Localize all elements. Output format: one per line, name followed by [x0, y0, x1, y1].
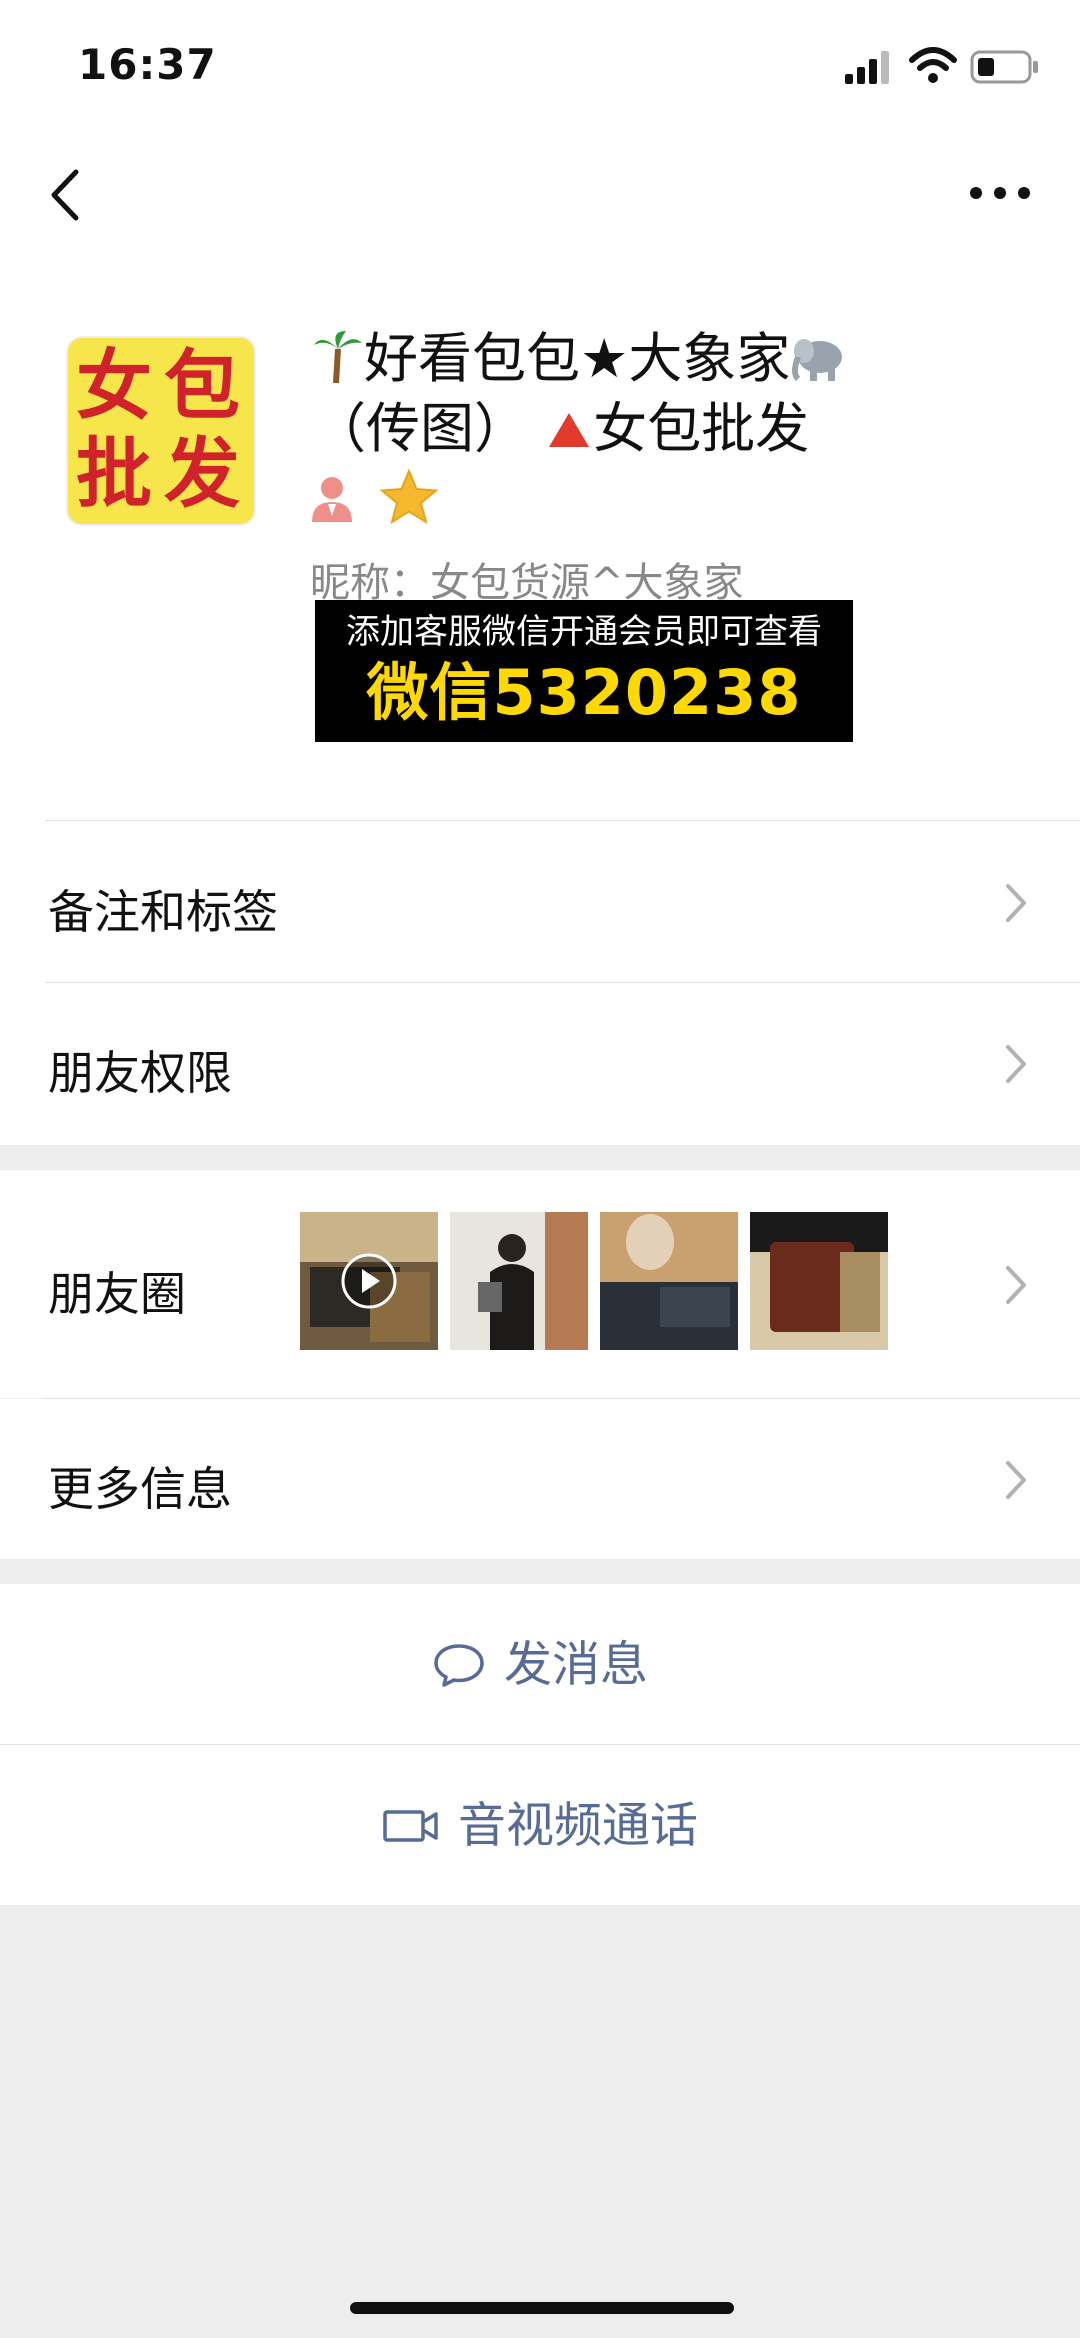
moment-thumbnail — [750, 1212, 888, 1350]
moment-thumbnail — [450, 1212, 588, 1350]
red-triangle-icon — [549, 413, 590, 447]
avatar-char: 发 — [164, 429, 240, 518]
person-icon — [312, 477, 352, 522]
video-call-button[interactable]: 音视频通话 — [0, 1745, 1080, 1905]
moment-thumbnail — [600, 1212, 738, 1350]
promo-line2: 微信5320238 — [366, 656, 802, 729]
avatar-char: 女 — [76, 341, 152, 430]
battery-icon — [970, 50, 1038, 84]
chevron-right-icon — [1006, 884, 1026, 922]
star-icon — [379, 468, 439, 525]
video-camera-icon — [383, 1809, 438, 1842]
moments-label: 朋友圈 — [48, 1267, 186, 1321]
chevron-right-icon — [1006, 1461, 1026, 1499]
send-message-button[interactable]: 发消息 — [0, 1584, 1080, 1744]
wifi-icon — [909, 47, 957, 83]
avatar-char: 批 — [76, 429, 152, 518]
remark-tags-row[interactable]: 备注和标签 — [0, 822, 1080, 982]
profile-name: 好看包包★大象家 （传图） 女包批发 — [312, 324, 952, 464]
moment-thumbnail-video — [300, 1212, 438, 1350]
send-message-label: 发消息 — [503, 1636, 648, 1693]
back-chevron-icon[interactable] — [40, 160, 90, 230]
promo-line1: 添加客服微信开通会员即可查看 — [346, 612, 822, 652]
friend-permissions-row[interactable]: 朋友权限 — [0, 983, 1080, 1143]
profile-badges — [308, 468, 439, 528]
divider — [45, 820, 1080, 821]
chevron-right-icon — [1006, 1045, 1026, 1083]
friend-permissions-label: 朋友权限 — [48, 1046, 232, 1100]
promo-overlay: 添加客服微信开通会员即可查看 微信5320238 — [315, 600, 853, 742]
profile-name-line1: 好看包包★大象家 — [312, 324, 952, 394]
elephant-icon — [792, 339, 843, 382]
more-info-row[interactable]: 更多信息 — [0, 1399, 1080, 1559]
more-info-label: 更多信息 — [48, 1462, 232, 1516]
remark-tags-label: 备注和标签 — [48, 885, 278, 939]
nav-bar — [0, 140, 1080, 240]
more-options-icon[interactable] — [960, 168, 1040, 218]
palm-tree-icon — [314, 331, 362, 384]
moments-row[interactable]: 朋友圈 — [0, 1170, 1080, 1398]
profile-name-line2: （传图） 女包批发 — [312, 397, 810, 460]
chat-bubble-icon — [434, 1643, 484, 1687]
home-indicator[interactable] — [350, 2302, 734, 2314]
chevron-right-icon — [1006, 1266, 1026, 1304]
video-call-label: 音视频通话 — [457, 1797, 698, 1854]
status-time: 16:37 — [78, 40, 217, 89]
avatar[interactable]: 女 包 批 发 — [68, 338, 254, 524]
status-bar: 16:37 — [0, 0, 1080, 130]
avatar-char: 包 — [164, 341, 240, 430]
signal-icon — [845, 51, 889, 84]
